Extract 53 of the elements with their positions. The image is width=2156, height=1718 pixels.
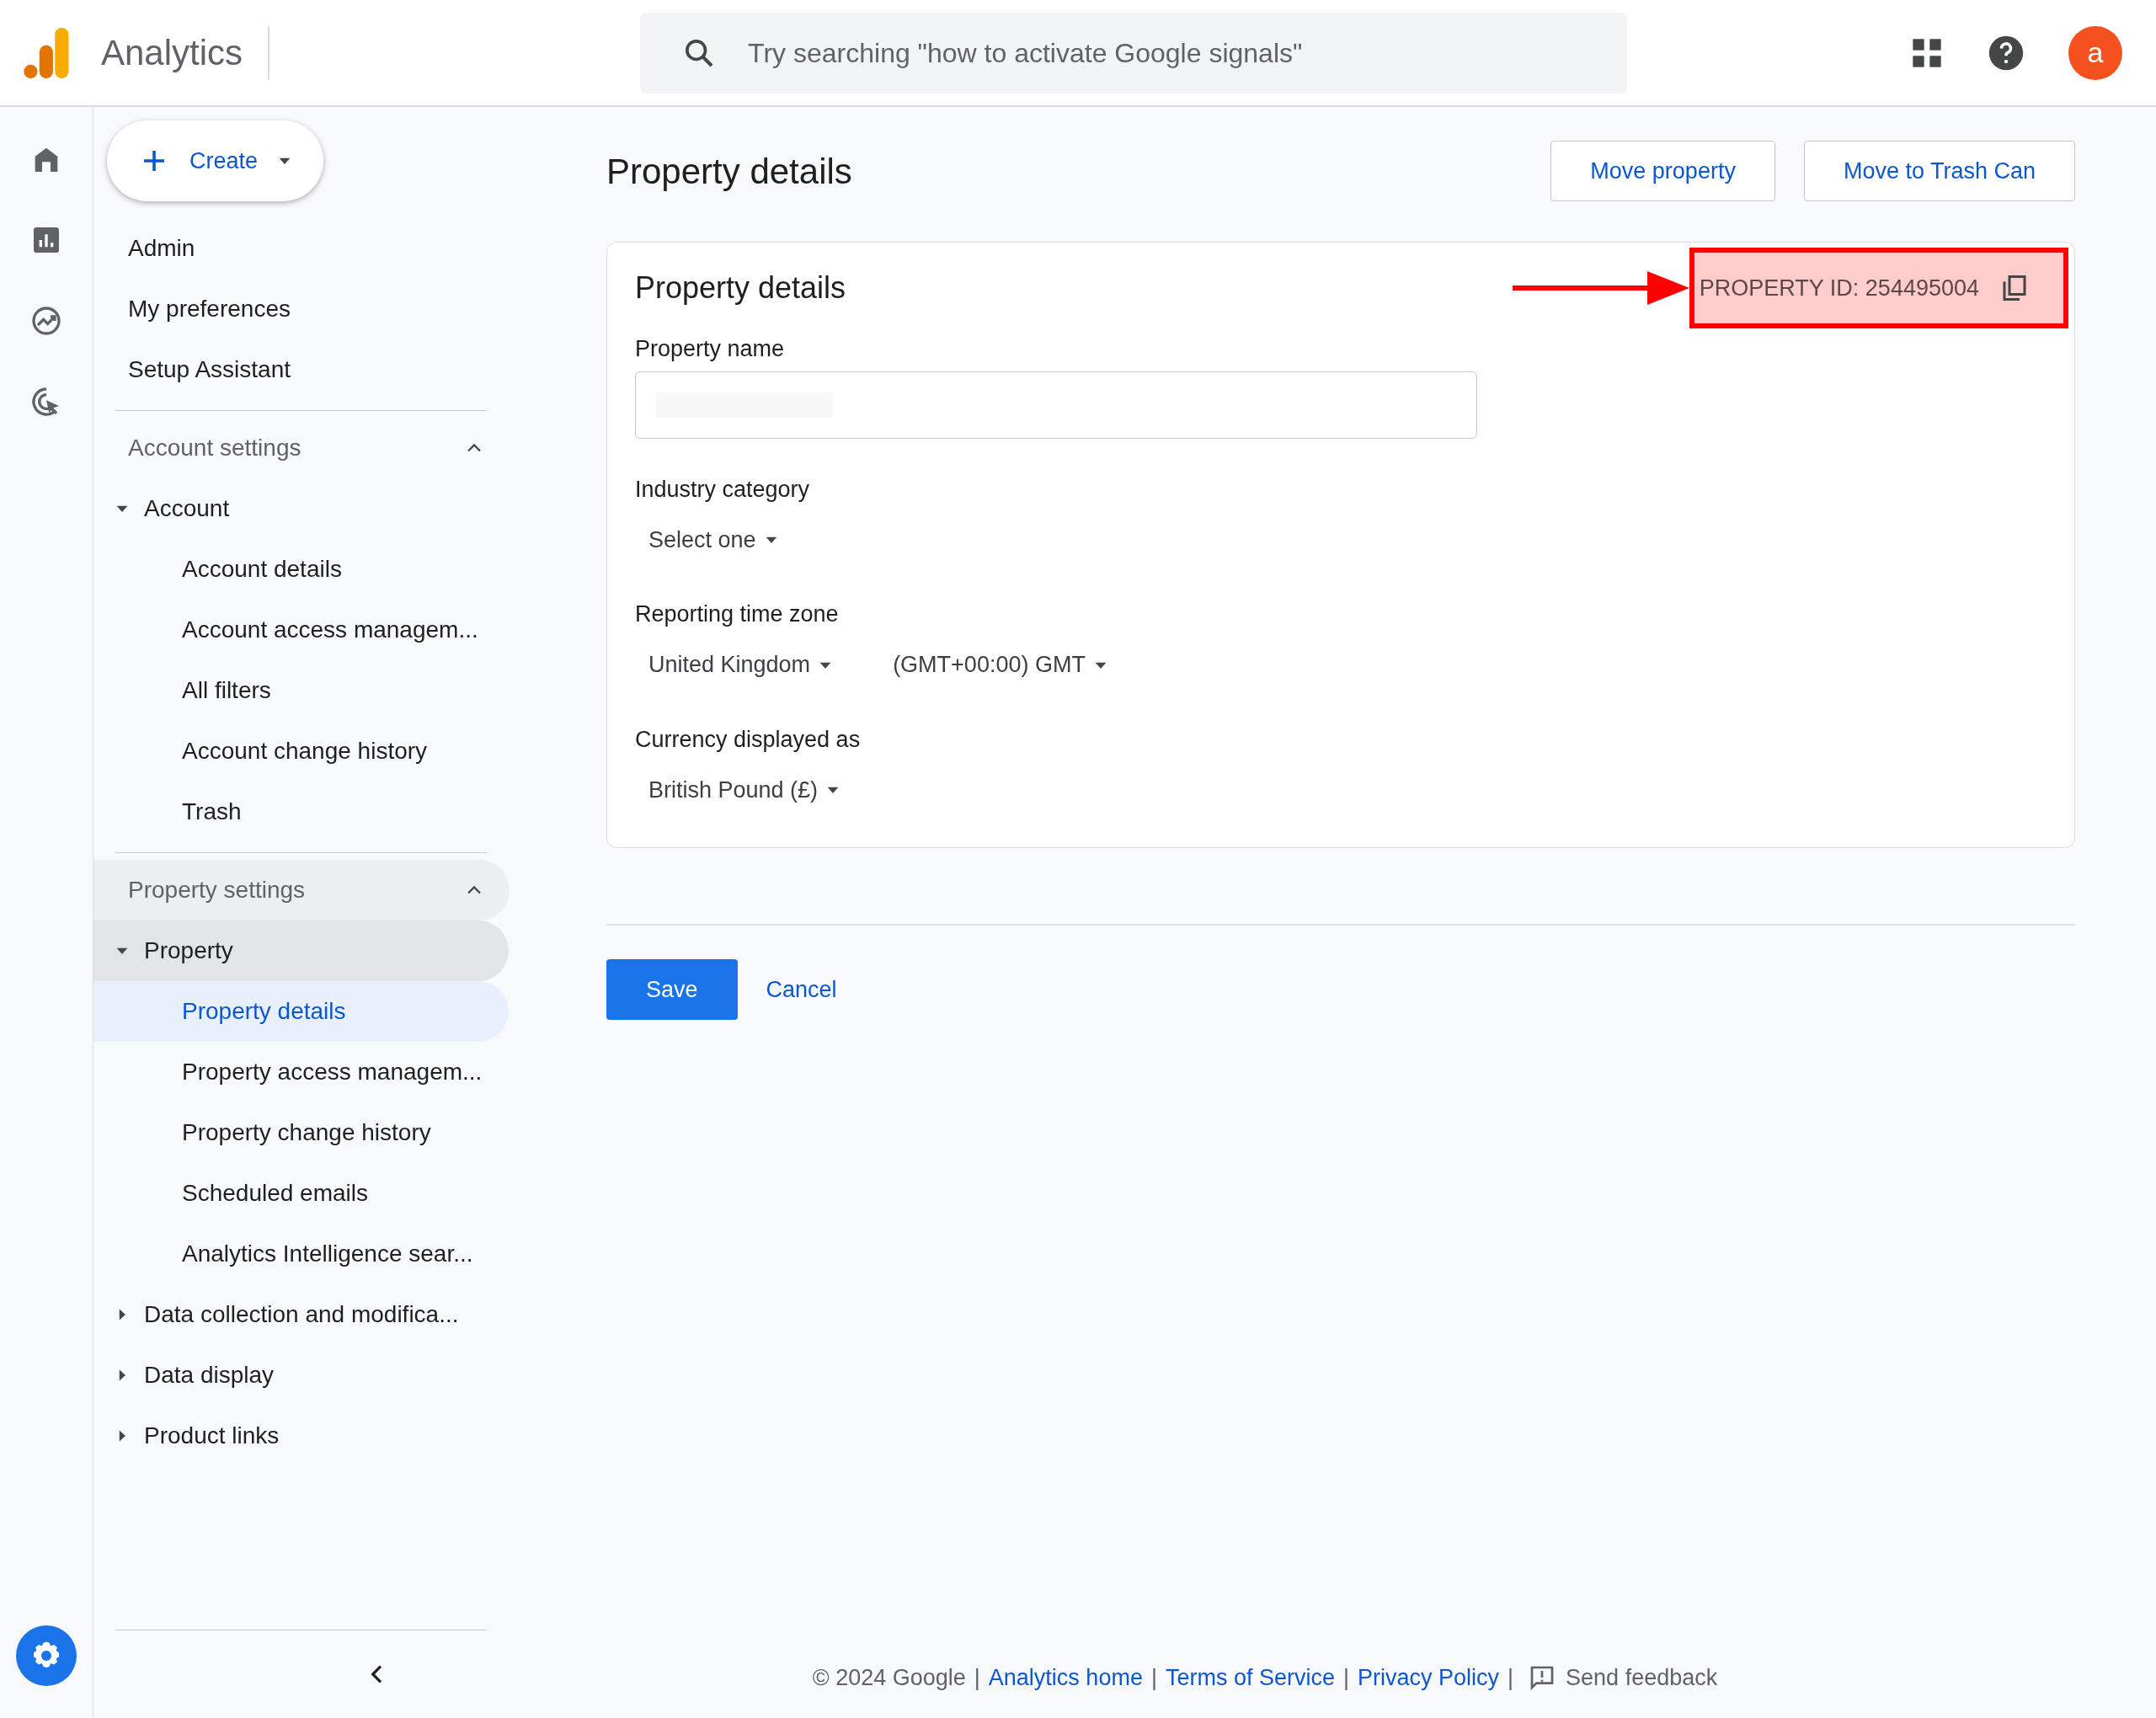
input-field[interactable] — [635, 371, 1477, 439]
tree-group[interactable]: Account — [93, 478, 509, 539]
tree-item[interactable]: All filters — [93, 660, 509, 721]
tree-item[interactable]: Account access managem... — [93, 600, 509, 660]
tree-group[interactable]: Data collection and modifica... — [93, 1284, 509, 1345]
sidebar-link[interactable]: My preferences — [128, 279, 509, 339]
create-button[interactable]: Create — [107, 120, 324, 201]
tree-group[interactable]: Data display — [93, 1345, 509, 1406]
tree-item[interactable]: Property details — [93, 981, 509, 1042]
tree-item[interactable]: Property change history — [93, 1102, 509, 1163]
cancel-button[interactable]: Cancel — [766, 959, 837, 1020]
section-header[interactable]: Account settings — [93, 418, 510, 478]
sidebar-link[interactable]: Admin — [128, 218, 509, 279]
field-label: Reporting time zone — [635, 600, 840, 628]
card-title: Property details — [635, 269, 846, 307]
separator: | — [974, 1663, 980, 1692]
section-header[interactable]: Property settings — [93, 860, 510, 920]
dropdown[interactable]: British Pound (£) — [635, 766, 854, 814]
tree-item[interactable]: Trash — [93, 782, 509, 842]
separator: | — [1150, 1663, 1157, 1692]
copyright-text: © 2024 Google — [812, 1663, 966, 1692]
tree-item[interactable]: Account change history — [93, 721, 509, 782]
footer-link[interactable]: Analytics home — [988, 1660, 1143, 1694]
save-button[interactable]: Save — [606, 959, 738, 1020]
footer-link[interactable]: Privacy Policy — [1358, 1660, 1500, 1694]
help-icon[interactable] — [1988, 34, 2025, 72]
dropdown[interactable]: (GMT+00:00) GMT — [879, 641, 1121, 689]
search-bar[interactable]: Try searching "how to activate Google signals" — [640, 12, 1628, 93]
field-label: Currency displayed as — [635, 725, 862, 754]
tree-item[interactable]: Property access managem... — [93, 1042, 509, 1102]
tree-group[interactable]: Product links — [93, 1406, 509, 1466]
field-label: Industry category — [635, 475, 811, 504]
tree-item[interactable]: Scheduled emails — [93, 1163, 509, 1224]
analytics-logo — [24, 27, 71, 78]
product-name: Analytics — [101, 25, 270, 80]
property-id: PROPERTY ID: 254495004 — [1699, 274, 1979, 302]
tree-item[interactable]: Analytics Intelligence sear... — [93, 1224, 509, 1284]
action-button[interactable]: Move property — [1550, 141, 1775, 201]
action-button[interactable]: Move to Trash Can — [1803, 141, 2075, 201]
tree-group[interactable]: Property — [93, 920, 509, 981]
dropdown[interactable]: Select one — [635, 516, 792, 563]
footer-link[interactable]: Terms of Service — [1165, 1660, 1335, 1694]
trend-chart-icon[interactable] — [29, 304, 63, 338]
search-field[interactable]: Try searching "how to activate Google signals" — [748, 32, 1586, 73]
page-title: Property details — [606, 150, 852, 193]
separator: | — [1508, 1663, 1514, 1692]
field-label: Property name — [635, 335, 786, 363]
dropdown[interactable]: United Kingdom — [635, 641, 846, 689]
sidebar-link[interactable]: Setup Assistant — [128, 339, 509, 400]
settings-icon[interactable] — [16, 1625, 77, 1686]
separator: | — [1343, 1663, 1349, 1692]
send-feedback-button[interactable]: Send feedback — [1529, 1660, 1718, 1694]
tree-item[interactable]: Account details — [93, 539, 509, 600]
